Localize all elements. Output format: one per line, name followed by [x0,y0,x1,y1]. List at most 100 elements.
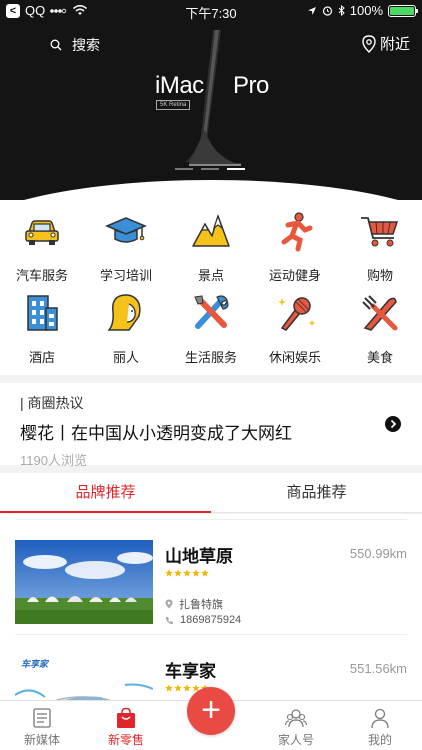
star-icon [183,569,191,577]
carousel-dot-active[interactable] [227,168,245,170]
microphone-icon [278,297,315,331]
star-icon [165,684,173,692]
person-icon [371,708,389,729]
star-icon [174,569,182,577]
tabbar-mine[interactable]: 我的 [338,707,422,748]
star-icon [165,569,173,577]
item-name: 车享家 [165,662,216,681]
carousel-dot[interactable] [175,168,193,170]
banner-title-right: Pro [233,72,269,99]
category-label: 运动健身 [268,268,321,283]
category-hotel[interactable]: 酒店 [0,292,84,366]
item-location: 扎鲁特旗 [165,596,223,612]
item-location-text: 扎鲁特旗 [179,599,223,611]
category-attractions[interactable]: 景点 [169,210,253,284]
location-arrow-icon [307,6,316,15]
graduation-cap-icon [105,217,147,243]
hot-topic-title: 樱花丨在中国从小透明变成了大网红 [20,424,292,443]
tabbar-label: 新媒体 [23,733,60,747]
hotel-icon [27,295,58,331]
item-distance: 550.99km [349,546,407,561]
category-label: 丽人 [112,350,139,365]
bottom-tab-bar: 新媒体 新零售 + 家人号 我的 [0,687,422,750]
tab-brand[interactable]: 品牌推荐 [0,473,211,513]
add-button[interactable]: + [187,687,235,735]
hot-topic-views: 1190人浏览 [20,453,87,468]
location-pin-icon [165,599,173,609]
tab-product[interactable]: 商品推荐 [211,473,422,512]
shopping-bag-icon [117,707,135,728]
item-thumbnail [15,540,153,624]
category-label: 景点 [197,268,224,283]
item-phone-text: 1869875924 [180,614,242,626]
banner-title: iMac Pro [155,72,269,100]
fork-knife-icon [362,295,398,331]
tabbar-new-media[interactable]: 新媒体 [0,707,84,748]
category-life-services[interactable]: 生活服务 [169,292,253,366]
recommend-tabs: 品牌推荐 商品推荐 [0,473,422,513]
hero-curve [0,180,422,200]
document-icon [33,708,51,728]
category-label: 生活服务 [184,350,237,365]
tabbar-new-retail[interactable]: 新零售 [84,707,168,748]
hot-topic-tag: | 商圈热议 [20,395,84,411]
mountain-icon [192,214,230,247]
battery-icon [388,4,418,17]
hero-banner[interactable]: < QQ 下午7:30 100% 搜索 附近 iMac Pro 5K Retin… [0,0,422,200]
item-name: 山地草原 [165,547,233,566]
banner-subtitle: 5K Retina [156,100,191,110]
category-shopping[interactable]: 购物 [338,210,422,284]
category-food[interactable]: 美食 [338,292,422,366]
cart-icon [361,217,399,247]
family-icon [285,709,307,728]
tabbar-label: 我的 [367,733,392,747]
rating-stars [165,569,209,577]
nearby-button[interactable]: 附近 [362,33,410,54]
banner-title-left: iMac [155,72,204,99]
merchant-list: 山地草原 550.99km 扎鲁特旗 1869875924 车享家 车享家 55… [0,514,422,700]
category-beauty[interactable]: 丽人 [84,292,168,366]
category-label: 酒店 [28,350,55,365]
item-phone[interactable]: 1869875924 [165,614,241,626]
bluetooth-icon [338,5,345,16]
category-grid: 汽车服务 学习培训 景点 运动健身 购物 酒店 丽人 生活服务 休闲娱乐 美食 [0,200,422,375]
location-pin-icon [362,34,376,53]
chevron-right-icon[interactable] [385,416,401,432]
category-label: 美食 [366,350,393,365]
category-label: 购物 [366,268,393,283]
star-icon [183,684,191,692]
star-icon [192,569,200,577]
tabbar-label: 新零售 [107,733,144,747]
woman-icon [107,294,141,331]
phone-icon [166,616,173,624]
star-icon [174,684,182,692]
hot-topic-card[interactable]: | 商圈热议 樱花丨在中国从小透明变成了大网红 1190人浏览 [0,383,422,468]
category-education[interactable]: 学习培训 [84,210,168,284]
carousel-indicator [175,168,245,170]
nearby-label: 附近 [379,36,410,53]
thumb-logo-text: 车享家 [21,659,50,669]
tabbar-family[interactable]: 家人号 [254,707,338,748]
battery-percent: 100% [349,3,383,18]
tabbar-label: 家人号 [277,733,314,747]
item-distance: 551.56km [349,661,407,676]
search-icon [50,39,62,51]
category-label: 学习培训 [99,268,152,283]
list-item[interactable]: 山地草原 550.99km 扎鲁特旗 1869875924 [15,519,407,629]
tools-icon [194,295,229,329]
category-sports[interactable]: 运动健身 [253,210,337,284]
search-label: 搜索 [72,37,100,53]
item-thumbnail: 车享家 [15,655,153,700]
carousel-dot[interactable] [201,168,219,170]
car-icon [25,220,59,245]
category-label: 休闲娱乐 [268,350,321,365]
search-button[interactable]: 搜索 [50,35,100,55]
running-icon [281,212,313,252]
alarm-icon [322,6,332,16]
status-bar: < QQ 下午7:30 100% [0,0,422,22]
imac-illustration [185,30,241,166]
category-entertainment[interactable]: 休闲娱乐 [253,292,337,366]
star-icon [201,569,209,577]
category-car-service[interactable]: 汽车服务 [0,210,84,284]
category-label: 汽车服务 [15,268,68,283]
